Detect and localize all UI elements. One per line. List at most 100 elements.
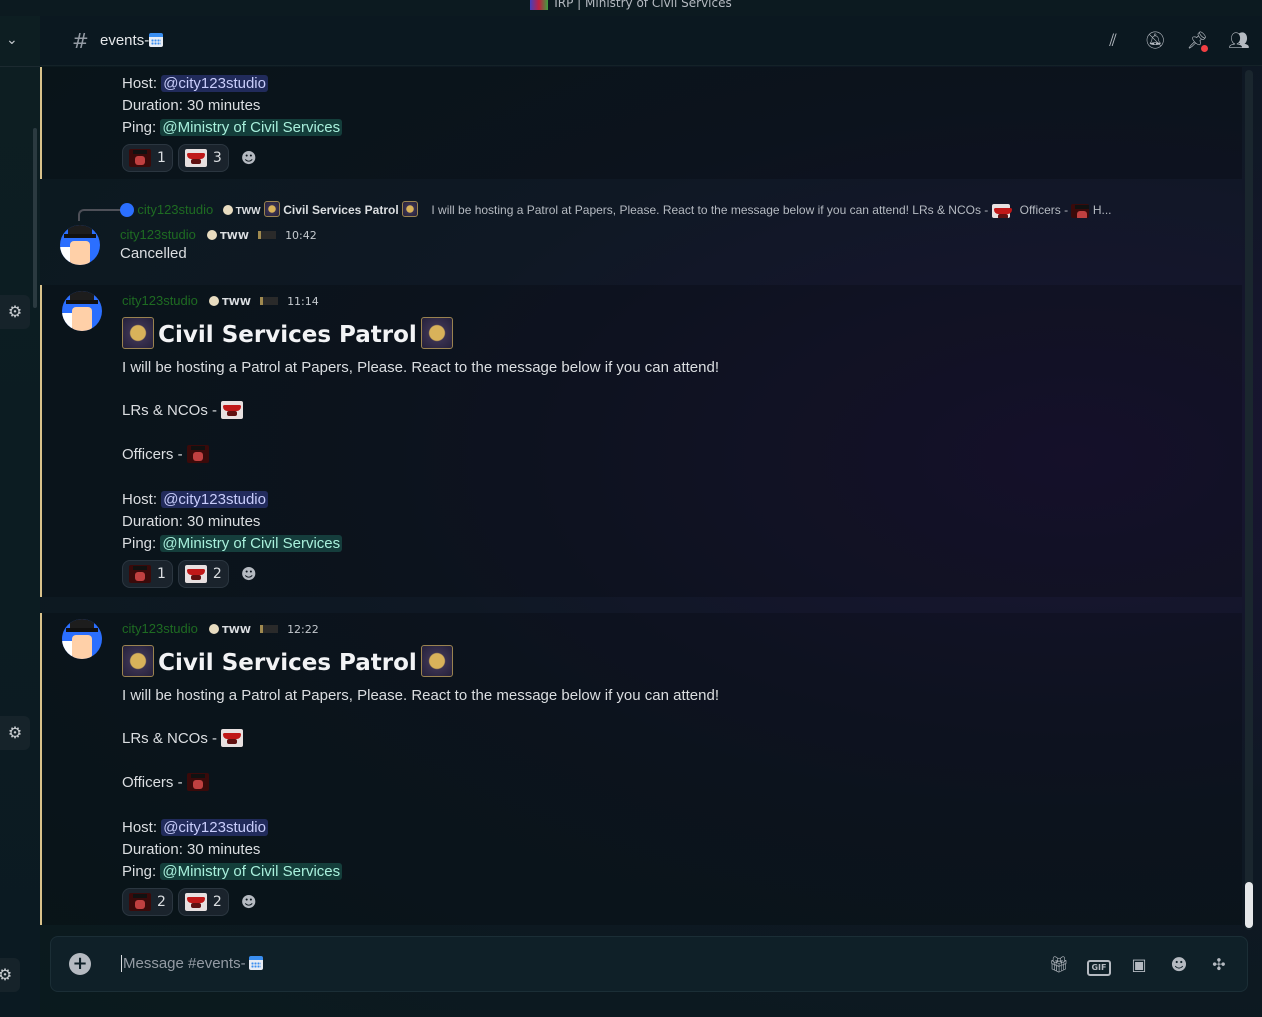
role-mention[interactable]: @Ministry of Civil Services	[160, 119, 343, 136]
reaction-lr[interactable]: 2	[177, 560, 229, 588]
add-reaction-icon[interactable]: ☻	[234, 888, 264, 916]
reaction-officer[interactable]: 1	[122, 144, 173, 172]
reaction-officer[interactable]: 1	[122, 560, 173, 588]
rank-bar-icon	[259, 625, 278, 633]
officer-emoji-icon	[1071, 204, 1090, 218]
officers-label: Officers -	[122, 446, 183, 463]
sticker-icon[interactable]: ▣	[1127, 953, 1151, 977]
officers-line: Officers -	[122, 773, 209, 791]
reply-title: Civil Services Patrol	[283, 203, 399, 217]
message-list[interactable]: Host: @city123studio Duration: 30 minute…	[40, 67, 1242, 927]
timestamp[interactable]: 12:22	[287, 623, 319, 636]
ping-line: Ping: @Ministry of Civil Services	[122, 535, 343, 552]
reaction-lr[interactable]: 2	[177, 888, 229, 916]
crest-emoji-icon	[263, 201, 280, 217]
emoji-icon[interactable]: ☻	[1167, 953, 1191, 977]
ping-line: Ping: @Ministry of Civil Services	[122, 119, 343, 136]
rank-bar-icon	[257, 231, 276, 239]
scrollbar-thumb[interactable]	[1245, 882, 1253, 928]
duration-line: Duration: 30 minutes	[122, 97, 261, 114]
duration-line: Duration: 30 minutes	[122, 513, 261, 530]
rank-bar-icon	[259, 297, 278, 305]
timestamp[interactable]: 10:42	[285, 229, 317, 242]
avatar[interactable]	[62, 291, 102, 331]
message-item: city123studio TWW 11:14 Civil Services P…	[40, 285, 1242, 597]
reply-author[interactable]: city123studio	[137, 202, 213, 217]
message-heading: Civil Services Patrol	[122, 317, 453, 349]
message-scrollbar[interactable]	[1245, 70, 1253, 930]
reply-connector	[78, 209, 122, 221]
role-mention[interactable]: @Ministry of Civil Services	[160, 535, 343, 552]
window-title: IRP | Ministry of Civil Services	[554, 0, 732, 10]
username[interactable]: city123studio	[122, 293, 198, 308]
gear-icon[interactable]: ⚙	[0, 958, 20, 992]
ping-label: Ping:	[122, 863, 157, 880]
reactions-bar: 1 2 ☻	[122, 560, 264, 588]
attach-plus-icon[interactable]: +	[69, 953, 91, 975]
reactions-bar: 2 2 ☻	[122, 888, 264, 916]
avatar[interactable]	[60, 225, 100, 265]
message-meta: city123studio TWW 11:14	[122, 290, 319, 309]
ping-line: Ping: @Ministry of Civil Services	[122, 863, 343, 880]
lr-emoji-icon	[184, 565, 207, 583]
username[interactable]: city123studio	[120, 227, 196, 242]
add-reaction-icon[interactable]: ☻	[234, 144, 264, 172]
skull-icon	[208, 624, 219, 634]
reaction-lr[interactable]: 3	[177, 144, 229, 172]
officer-emoji-icon	[129, 565, 151, 583]
message-input-placeholder: Message #events-	[123, 955, 246, 972]
officer-emoji-icon	[186, 773, 209, 791]
reaction-count: 1	[157, 566, 166, 582]
message-input[interactable]: Message #events-	[121, 955, 263, 972]
chevron-down-icon[interactable]: ⌄	[6, 32, 18, 48]
gear-icon[interactable]: ⚙	[0, 295, 30, 329]
role-mention[interactable]: @Ministry of Civil Services	[160, 863, 343, 880]
crest-emoji-icon	[122, 317, 154, 349]
calendar-icon	[248, 956, 263, 970]
officers-line: Officers -	[122, 445, 209, 463]
channel-header: # events- ⫽ 🔕︎ 📌︎ 👥︎	[40, 16, 1262, 66]
channel-name: events-	[100, 32, 164, 49]
add-reaction-icon[interactable]: ☻	[234, 560, 264, 588]
crest-emoji-icon	[420, 317, 453, 349]
message-body: Cancelled	[120, 245, 187, 262]
window-titlebar: IRP | Ministry of Civil Services	[0, 0, 1262, 16]
host-line: Host: @city123studio	[122, 491, 268, 508]
user-mention[interactable]: @city123studio	[161, 491, 268, 508]
members-icon[interactable]: 👥︎	[1228, 30, 1250, 52]
user-mention[interactable]: @city123studio	[161, 75, 268, 92]
threads-icon[interactable]: ⫽	[1102, 30, 1124, 52]
gif-icon[interactable]: GIF	[1087, 953, 1111, 977]
message-meta: city123studio TWW 12:22	[122, 618, 319, 637]
timestamp[interactable]: 11:14	[287, 295, 319, 308]
reaction-count: 3	[212, 150, 222, 166]
avatar[interactable]	[62, 619, 102, 659]
mute-icon[interactable]: 🔕︎	[1144, 30, 1166, 52]
reply-preview[interactable]: city123studio TWW Civil Services Patrol …	[120, 201, 1210, 218]
message-item: city123studio TWW 12:22 Civil Services P…	[40, 613, 1242, 925]
host-line: Host: @city123studio	[122, 75, 268, 92]
officers-label: Officers -	[122, 774, 183, 791]
message-item: Host: @city123studio Duration: 30 minute…	[40, 67, 1242, 179]
ping-label: Ping:	[122, 119, 157, 136]
left-sidebar-edge: ⌄ ⚙ ⚙ ⚙	[0, 16, 40, 1017]
apps-icon[interactable]: ✣	[1207, 953, 1231, 977]
user-mention[interactable]: @city123studio	[161, 819, 268, 836]
pin-icon[interactable]: 📌︎	[1186, 30, 1208, 52]
skull-icon	[208, 296, 219, 306]
sidebar-scrollbar[interactable]	[33, 128, 37, 308]
clan-tag: TWW	[208, 296, 251, 308]
officer-emoji-icon	[129, 149, 151, 167]
message-heading: Civil Services Patrol	[122, 645, 453, 677]
lr-emoji-icon	[221, 729, 244, 747]
gift-icon[interactable]: 🎁︎	[1047, 953, 1071, 977]
lrs-line: LRs & NCOs -	[122, 729, 244, 747]
skull-icon	[206, 230, 217, 240]
lrs-line: LRs & NCOs -	[122, 401, 244, 419]
host-label: Host:	[122, 75, 158, 92]
username[interactable]: city123studio	[122, 621, 198, 636]
message-item: city123studio TWW Civil Services Patrol …	[40, 179, 1242, 285]
gear-icon[interactable]: ⚙	[0, 716, 30, 750]
clan-tag: TWW	[222, 205, 261, 217]
reaction-officer[interactable]: 2	[122, 888, 173, 916]
